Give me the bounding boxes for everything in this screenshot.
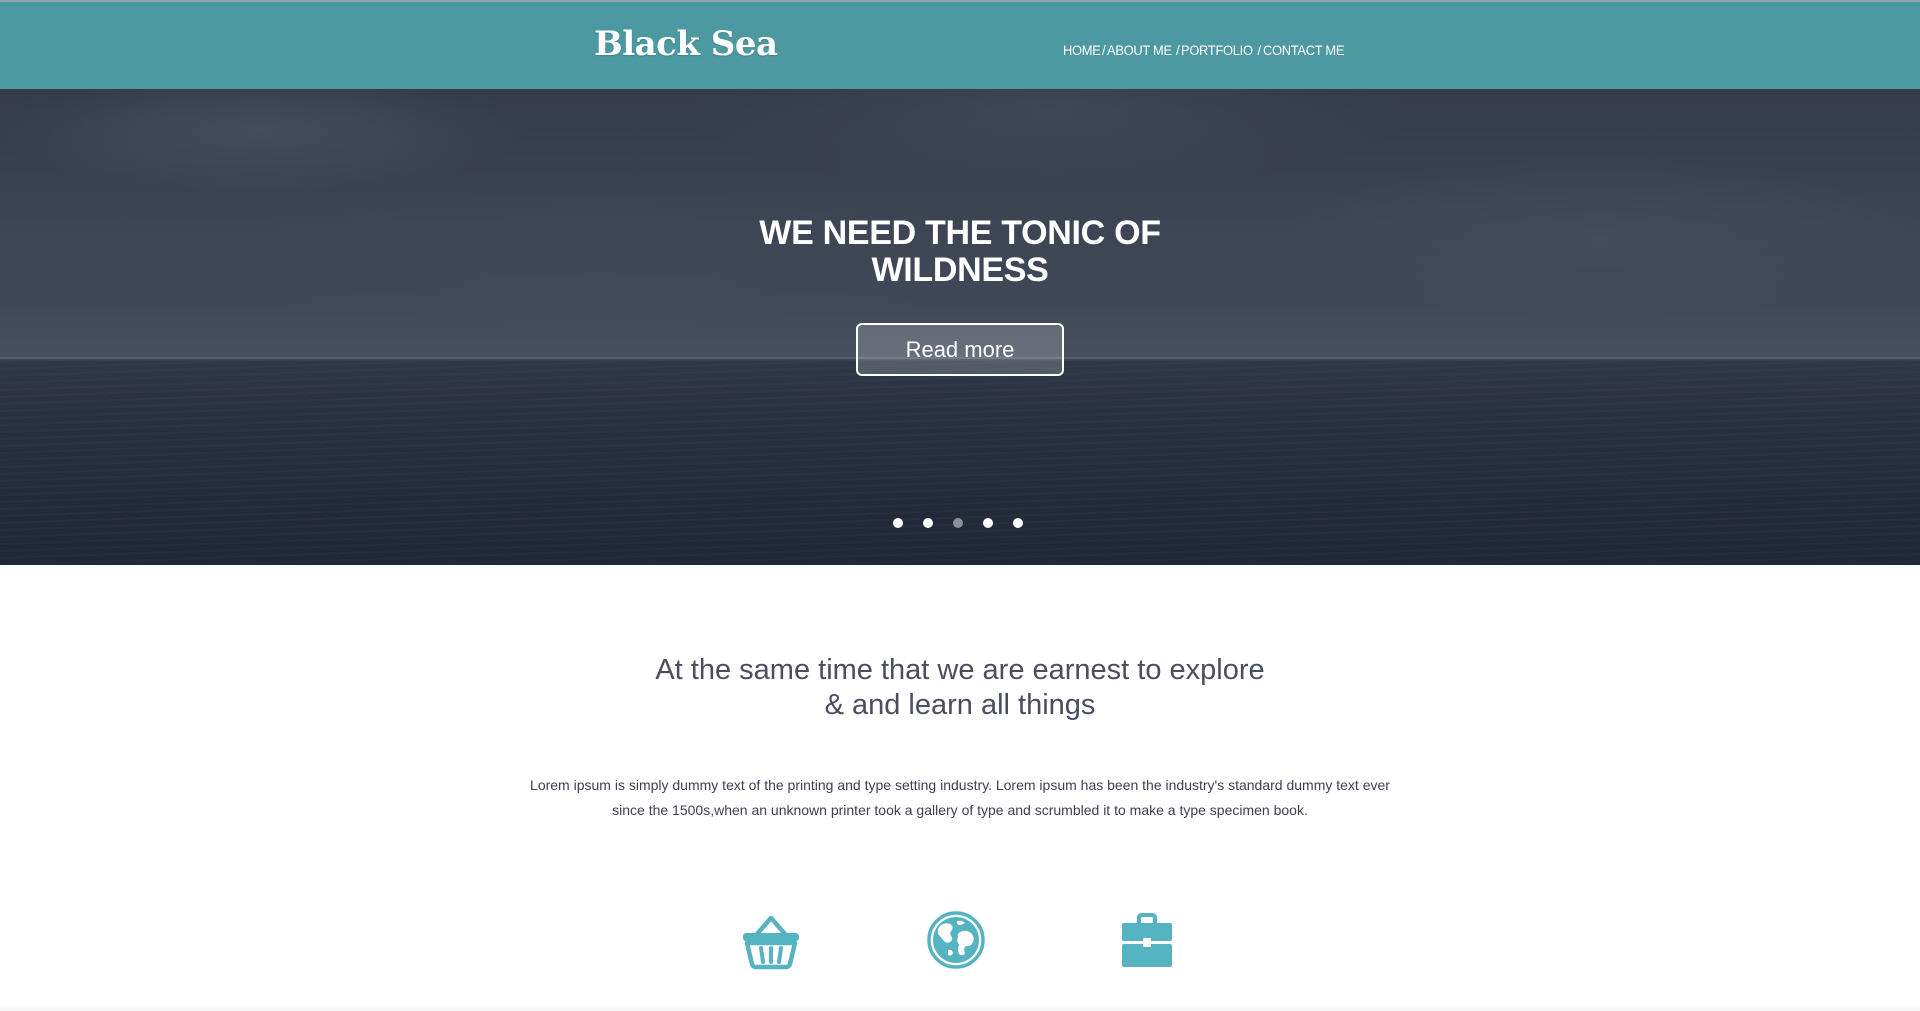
main-nav: HOME / ABOUT ME / PORTFOLIO / CONTACT ME — [1063, 40, 1351, 60]
briefcase-icon[interactable] — [1115, 908, 1179, 972]
intro-paragraph-line-1: Lorem ipsum is simply dummy text of the … — [530, 777, 1390, 793]
nav-separator: / — [1175, 42, 1180, 58]
intro-heading: At the same time that we are earnest to … — [560, 653, 1360, 723]
nav-about-me[interactable]: ABOUT ME — [1107, 40, 1172, 60]
intro-heading-line-2: & and learn all things — [824, 689, 1096, 721]
slider-dot-3[interactable] — [953, 518, 963, 528]
header-top-line — [0, 0, 1920, 2]
basket-icon[interactable] — [739, 908, 803, 972]
slider-dot-4[interactable] — [983, 518, 993, 528]
hero-title-line-2: WILDNESS — [871, 251, 1049, 289]
site-header: Black Sea HOME / ABOUT ME / PORTFOLIO / … — [0, 0, 1920, 89]
hero-slider: WE NEED THE TONIC OF WILDNESS Read more — [0, 89, 1920, 565]
intro-paragraph: Lorem ipsum is simply dummy text of the … — [520, 773, 1400, 823]
hero-title: WE NEED THE TONIC OF WILDNESS — [660, 215, 1260, 289]
globe-icon[interactable] — [924, 908, 988, 972]
slider-dot-1[interactable] — [893, 518, 903, 528]
hero-title-line-1: WE NEED THE TONIC OF — [759, 214, 1161, 252]
intro-heading-line-1: At the same time that we are earnest to … — [655, 654, 1265, 686]
nav-home[interactable]: HOME — [1063, 40, 1101, 60]
slider-dots — [893, 518, 1023, 528]
nav-separator: / — [1101, 42, 1106, 58]
intro-paragraph-line-2: since the 1500s,when an unknown printer … — [612, 802, 1308, 818]
slider-dot-5[interactable] — [1013, 518, 1023, 528]
slider-dot-2[interactable] — [923, 518, 933, 528]
read-more-button[interactable]: Read more — [856, 323, 1064, 376]
site-logo[interactable]: Black Sea — [594, 20, 778, 68]
nav-separator: / — [1257, 42, 1262, 58]
nav-contact-me[interactable]: CONTACT ME — [1263, 40, 1344, 60]
nav-portfolio[interactable]: PORTFOLIO — [1181, 40, 1253, 60]
page-bottom-edge — [0, 1004, 1920, 1011]
